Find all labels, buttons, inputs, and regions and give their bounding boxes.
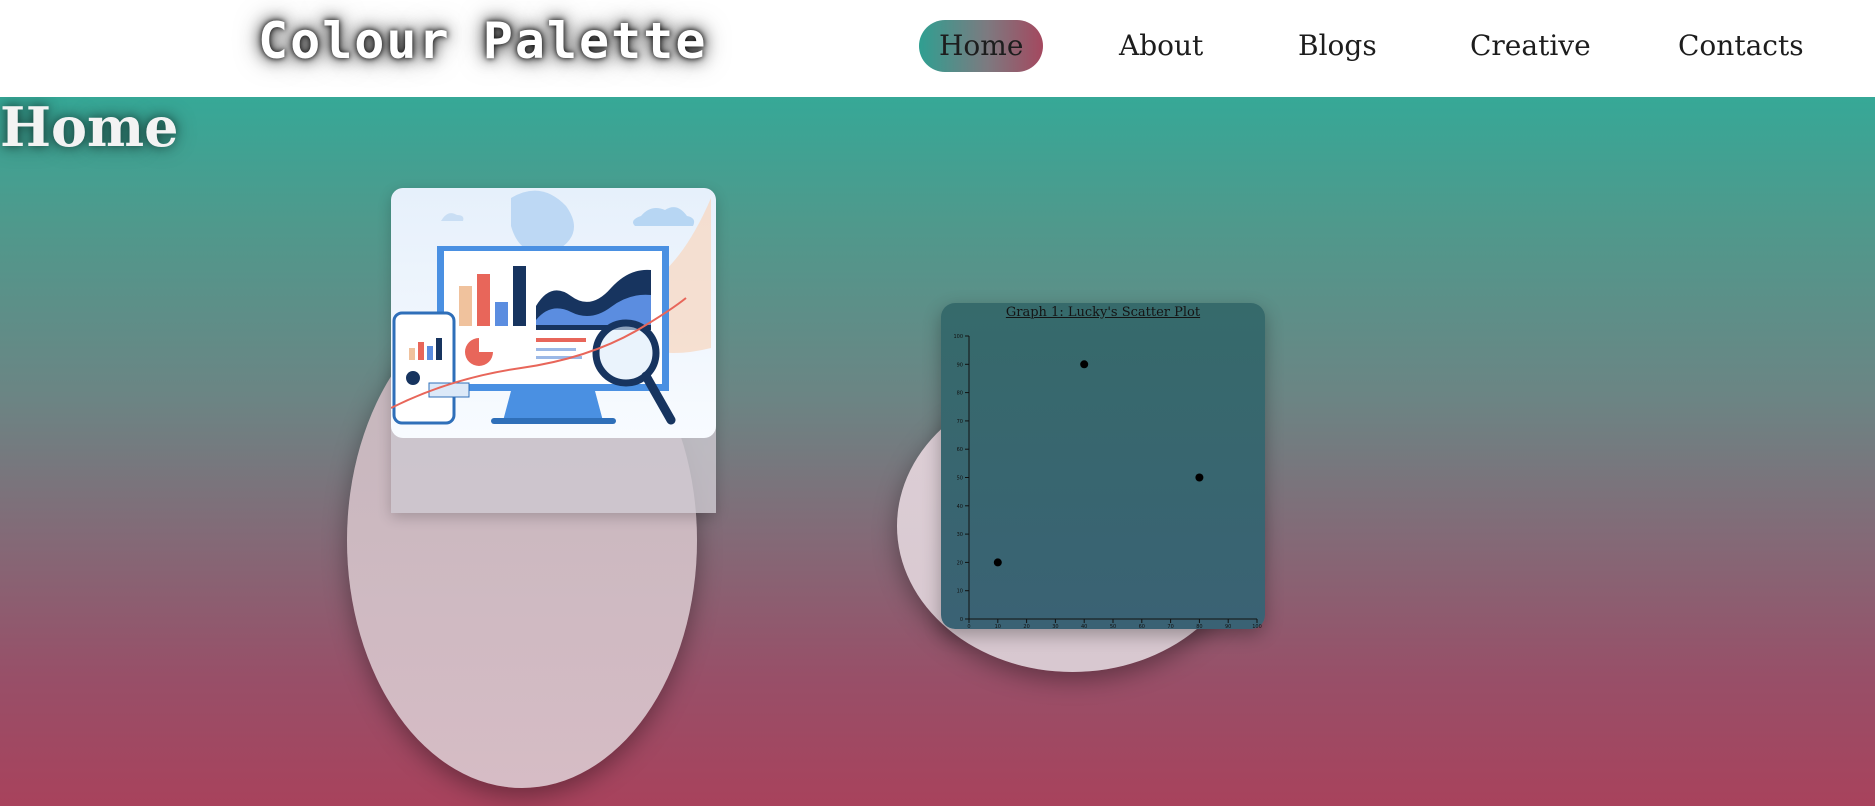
x-tick-label: 10 [995, 624, 1001, 629]
hero-section: Home Graph 1: Lucky's Scatter Plot 0 10 … [0, 97, 1875, 806]
main-nav: Home About Blogs Creative Contacts [0, 20, 1875, 74]
page-title: Home [0, 97, 179, 159]
x-tick-label: 50 [1110, 624, 1116, 629]
y-tick-label: 0 [960, 617, 963, 623]
scatter-chart-card: Graph 1: Lucky's Scatter Plot 0 10 20 30 40 5… [941, 303, 1265, 629]
nav-home[interactable]: Home [919, 20, 1044, 72]
x-tick-label: 90 [1225, 624, 1231, 629]
y-tick-label: 10 [957, 589, 963, 595]
x-tick-label: 20 [1023, 624, 1029, 629]
y-tick-label: 80 [957, 391, 963, 397]
y-tick-label: 90 [957, 362, 963, 368]
y-tick-label: 40 [957, 504, 963, 510]
illustration-card [391, 188, 716, 513]
top-navbar: Colour Palette Home About Blogs Creative… [0, 0, 1875, 97]
x-tick-label: 40 [1081, 624, 1087, 629]
scatter-point [1195, 473, 1204, 482]
y-tick-label: 30 [957, 532, 963, 538]
y-tick-label: 60 [957, 447, 963, 453]
nav-blogs[interactable]: Blogs [1298, 20, 1377, 72]
scatter-point [1080, 360, 1089, 369]
y-tick-label: 100 [953, 334, 963, 340]
x-tick-label: 100 [1252, 624, 1262, 629]
y-tick-label: 70 [957, 419, 963, 425]
x-tick-label: 30 [1052, 624, 1058, 629]
scatter-plot: 0 10 20 30 40 50 60 70 80 90 100 0 10 20 30 40 50 60 70 80 9… [953, 334, 1262, 629]
nav-about[interactable]: About [1119, 20, 1203, 72]
scatter-point [993, 558, 1002, 567]
y-tick-label: 50 [957, 476, 963, 482]
x-tick-label: 80 [1196, 624, 1202, 629]
x-tick-label: 70 [1167, 624, 1173, 629]
x-tick-label: 0 [967, 624, 970, 629]
x-tick-label: 60 [1139, 624, 1145, 629]
y-tick-label: 20 [957, 560, 963, 566]
analytics-dashboard-illustration-icon [391, 188, 716, 438]
nav-contacts[interactable]: Contacts [1678, 20, 1804, 72]
nav-creative[interactable]: Creative [1470, 20, 1591, 72]
